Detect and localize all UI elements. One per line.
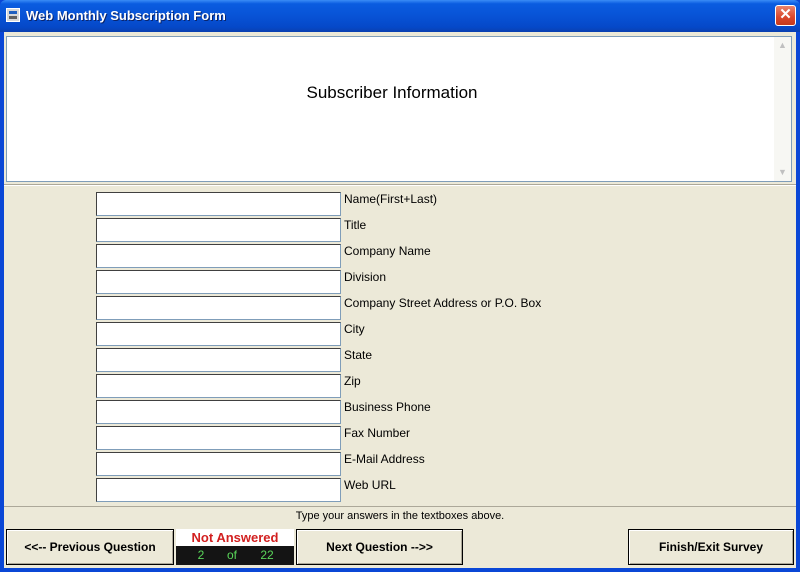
counter-of-label: of: [226, 548, 237, 562]
next-question-button[interactable]: Next Question -->>: [296, 529, 463, 565]
window-title: Web Monthly Subscription Form: [26, 8, 226, 23]
business-phone-label: Business Phone: [344, 400, 431, 414]
company-name-input[interactable]: [96, 244, 341, 268]
state-input[interactable]: [96, 348, 341, 372]
vertical-scrollbar[interactable]: ▲ ▼: [774, 37, 791, 181]
city-label: City: [344, 322, 365, 336]
fax-number-input[interactable]: [96, 426, 341, 450]
answer-status-panel: Not Answered 2 of 22: [176, 529, 294, 565]
business-phone-input[interactable]: [96, 400, 341, 424]
title-label: Title: [344, 218, 367, 232]
division-input[interactable]: [96, 270, 341, 294]
city-input[interactable]: [96, 322, 341, 346]
previous-question-button[interactable]: <<-- Previous Question: [6, 529, 174, 565]
company-name-label: Company Name: [344, 244, 431, 258]
instructions-text: Type your answers in the textboxes above…: [4, 506, 796, 524]
email-input[interactable]: [96, 452, 341, 476]
web-url-input[interactable]: [96, 478, 341, 502]
name-input[interactable]: [96, 192, 341, 216]
finish-exit-survey-button[interactable]: Finish/Exit Survey: [628, 529, 794, 565]
title-bar[interactable]: Web Monthly Subscription Form ✕: [0, 0, 800, 32]
survey-window: Web Monthly Subscription Form ✕ Subscrib…: [0, 0, 800, 572]
question-counter: 2 of 22: [176, 546, 294, 565]
web-url-label: Web URL: [344, 478, 396, 492]
title-input[interactable]: [96, 218, 341, 242]
zip-input[interactable]: [96, 374, 341, 398]
question-title: Subscriber Information: [306, 83, 478, 102]
answer-status-badge: Not Answered: [176, 529, 294, 546]
scroll-up-arrow-icon[interactable]: ▲: [774, 37, 791, 54]
street-address-input[interactable]: [96, 296, 341, 320]
zip-label: Zip: [344, 374, 361, 388]
app-icon: [6, 8, 20, 22]
scroll-down-arrow-icon[interactable]: ▼: [774, 164, 791, 181]
divider: [4, 184, 796, 186]
current-question-number: 2: [197, 548, 205, 562]
street-address-label: Company Street Address or P.O. Box: [344, 296, 542, 310]
close-icon[interactable]: ✕: [775, 5, 796, 26]
total-questions-number: 22: [260, 548, 274, 562]
division-label: Division: [344, 270, 387, 284]
fax-number-label: Fax Number: [344, 426, 411, 440]
name-label: Name(First+Last): [344, 192, 438, 206]
window-client-area: Subscriber Information ▲ ▼ Name(First+La…: [4, 32, 796, 568]
email-label: E-Mail Address: [344, 452, 425, 466]
state-label: State: [344, 348, 373, 362]
question-panel: Subscriber Information ▲ ▼: [6, 36, 792, 182]
